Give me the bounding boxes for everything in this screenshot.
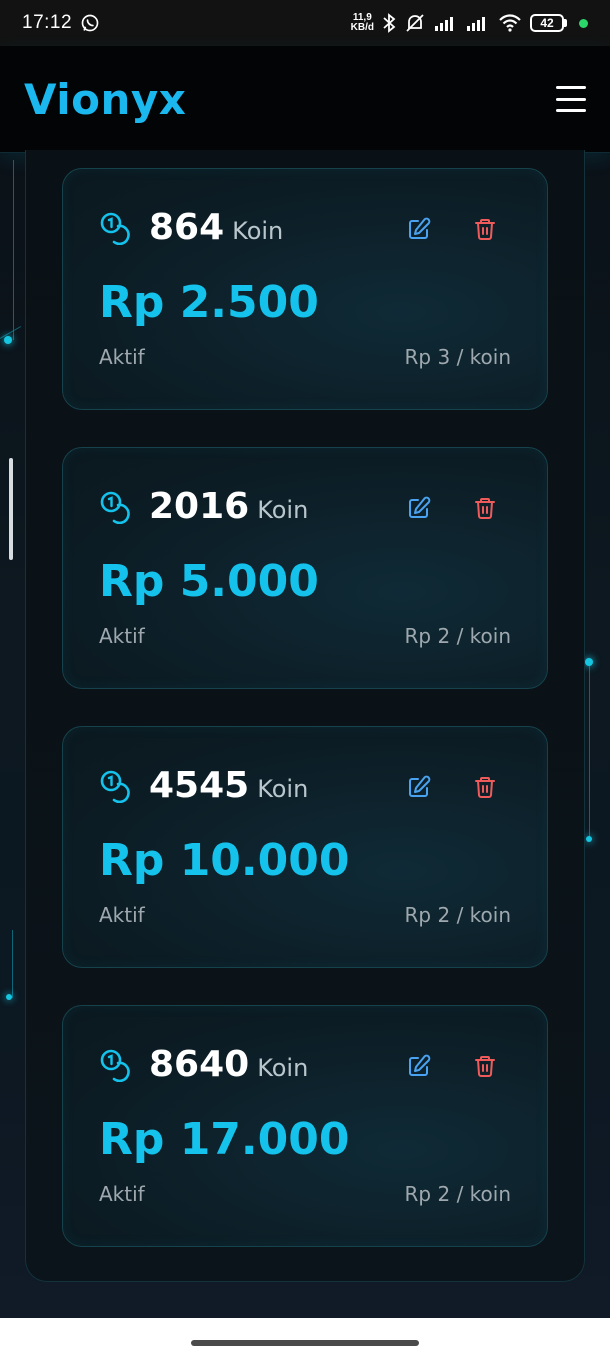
package-price: Rp 5.000 [99, 556, 319, 607]
privacy-dot-icon [579, 18, 588, 28]
network-speed: 11,9 KB/d [351, 13, 374, 33]
price-per-coin: Rp 2 / koin [404, 624, 511, 648]
screen: 17:12 11,9 KB/d 42 Vionyx 864 Koin Rp 2.… [0, 0, 610, 1356]
package-status: Aktif [99, 1182, 145, 1206]
network-speed-unit: KB/d [350, 22, 374, 33]
coin-package-card: 864 Koin Rp 2.500 Aktif Rp 3 / koin [62, 168, 548, 410]
battery-level: 42 [530, 14, 564, 32]
coins-icon [100, 770, 130, 803]
coin-amount: 864 Koin [149, 207, 283, 248]
coin-package-card: 8640 Koin Rp 17.000 Aktif Rp 2 / koin [62, 1005, 548, 1247]
coin-unit-label: Koin [257, 775, 309, 803]
signal-icon [467, 17, 485, 31]
network-line [12, 930, 13, 998]
network-node [4, 336, 12, 344]
price-per-coin: Rp 2 / koin [404, 903, 511, 927]
network-node [585, 658, 593, 666]
coin-package-card: 2016 Koin Rp 5.000 Aktif Rp 2 / koin [62, 447, 548, 689]
network-line [589, 660, 590, 840]
coin-amount: 4545 Koin [149, 765, 308, 806]
coin-unit-label: Koin [232, 217, 284, 245]
coin-package-card: 4545 Koin Rp 10.000 Aktif Rp 2 / koin [62, 726, 548, 968]
package-price: Rp 10.000 [99, 835, 350, 886]
price-per-coin: Rp 3 / koin [404, 345, 511, 369]
price-per-coin: Rp 2 / koin [404, 1182, 511, 1206]
package-price: Rp 17.000 [99, 1114, 350, 1165]
bluetooth-icon [383, 13, 396, 33]
status-time: 17:12 [22, 12, 73, 33]
edit-icon[interactable] [407, 217, 431, 241]
scrollbar[interactable] [9, 458, 13, 560]
silent-bell-icon [406, 14, 424, 32]
coin-unit-label: Koin [257, 496, 309, 524]
edit-icon[interactable] [407, 775, 431, 799]
coin-amount-value: 2016 [149, 486, 250, 527]
wifi-icon [499, 14, 521, 32]
battery-icon: 42 [530, 14, 567, 32]
coin-amount-value: 864 [149, 207, 225, 248]
app-header: Vionyx [0, 46, 610, 153]
network-node [586, 836, 592, 842]
coin-amount: 8640 Koin [149, 1044, 308, 1085]
home-gesture-bar[interactable] [191, 1340, 419, 1346]
coin-amount-value: 4545 [149, 765, 250, 806]
delete-icon[interactable] [473, 496, 497, 520]
signal-icon [435, 17, 453, 31]
package-price: Rp 2.500 [99, 277, 319, 328]
edit-icon[interactable] [407, 1054, 431, 1078]
coin-amount-value: 8640 [149, 1044, 250, 1085]
edit-icon[interactable] [407, 496, 431, 520]
coins-icon [100, 212, 130, 245]
coin-unit-label: Koin [257, 1054, 309, 1082]
coin-amount: 2016 Koin [149, 486, 308, 527]
delete-icon[interactable] [473, 217, 497, 241]
status-bar: 17:12 11,9 KB/d 42 [0, 0, 610, 46]
brand-logo[interactable]: Vionyx [24, 75, 186, 124]
delete-icon[interactable] [473, 1054, 497, 1078]
status-icons: 11,9 KB/d 42 [351, 13, 588, 33]
hamburger-menu-icon[interactable] [556, 86, 586, 112]
system-nav-bar [0, 1318, 610, 1356]
network-line [13, 160, 14, 340]
delete-icon[interactable] [473, 775, 497, 799]
network-node [6, 994, 12, 1000]
package-status: Aktif [99, 345, 145, 369]
whatsapp-icon [81, 14, 99, 32]
package-status: Aktif [99, 903, 145, 927]
package-status: Aktif [99, 624, 145, 648]
coins-icon [100, 1049, 130, 1082]
coins-icon [100, 491, 130, 524]
